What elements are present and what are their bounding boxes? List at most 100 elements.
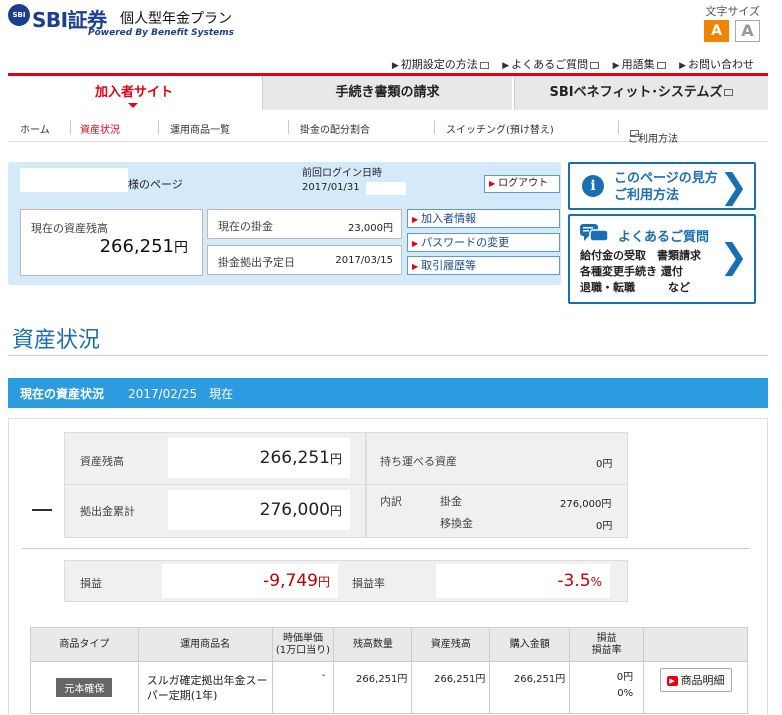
table-header-row: 商品タイプ 運用商品名 時価単価 (1万口当り) 残高数量 資産残高 購入金額 … [30, 627, 748, 662]
member-name-field [20, 168, 128, 192]
last-login-time-field [366, 182, 406, 195]
col-product-name: 運用商品名 [137, 627, 273, 662]
profit-loss-rate-number: -3.5 [557, 571, 591, 591]
principal-guaranteed-badge: 元本確保 [56, 678, 113, 697]
col-product-type: 商品タイプ [30, 627, 139, 662]
cell-balance: 266,251円 [411, 661, 491, 714]
arrow-icon: ▶ [412, 262, 419, 271]
profit-loss-label: 損益 [80, 577, 102, 590]
subnav-home[interactable]: ホーム [20, 121, 50, 136]
link-label: 用語集 [621, 58, 655, 71]
next-contribution-box: 掛金拠出予定日 2017/03/15 [207, 245, 402, 275]
logout-button[interactable]: ▶ ログアウト [484, 175, 560, 193]
link-contact[interactable]: ▶ お問い合わせ [679, 58, 754, 71]
yen-unit: 円 [329, 504, 342, 518]
tab-member-site[interactable]: 加入者サイト [8, 76, 260, 110]
subnav-allocation[interactable]: 掛金の配分割合 [300, 121, 370, 136]
portable-assets-box [366, 432, 628, 538]
top-links: ▶ 初期設定の方法 ▶ よくあるご質問 ▶ 用語集 ▶ お問い合わせ [382, 56, 754, 72]
main-nav: 加入者サイト 手続き書類の請求 SBIベネフィット･システムズ [8, 73, 768, 110]
link-label: 初期設定の方法 [400, 58, 478, 71]
transfer-value: 0円 [596, 521, 613, 532]
divider [70, 120, 71, 134]
col-action [643, 627, 748, 662]
font-size-label: 文字サイズ [705, 5, 760, 18]
link-label: 取引履歴等 [421, 259, 477, 272]
subnav-assets[interactable]: 資産状況 [80, 121, 120, 136]
product-name-link[interactable]: スルガ確定拠出年金スーパー定期(1年) [137, 661, 273, 714]
plan-name: 個人型年金プラン [120, 11, 232, 27]
profit-loss-value: -9,749円 [263, 571, 330, 591]
asset-balance-field: 266,251円 [168, 438, 350, 478]
faq-card[interactable]: よくあるご質問 給付金の受取 書類請求 各種変更手続き 還付 退職・転職 など … [568, 214, 756, 304]
link-member-info[interactable]: ▶ 加入者情報 [407, 209, 560, 228]
profit-loss-number: -9,749 [263, 571, 318, 591]
collapse-toggle-icon[interactable] [32, 509, 52, 511]
percent-unit: % [590, 575, 602, 589]
member-page-label: 様のページ [128, 178, 183, 191]
asset-balance-label: 資産残高 [80, 455, 124, 468]
link-label: よくあるご質問 [511, 58, 589, 71]
product-detail-button[interactable]: ▶ 商品明細 [659, 668, 732, 692]
external-window-icon [724, 89, 734, 96]
divider [288, 120, 289, 134]
col-unit-price: 時価単価 (1万口当り) [271, 627, 335, 662]
col-balance: 資産残高 [411, 627, 491, 662]
current-contribution-box: 現在の掛金 23,000円 [207, 209, 402, 239]
divider [158, 120, 159, 134]
profit-loss-rate: 0% [617, 688, 634, 699]
arrow-icon: ▶ [502, 61, 510, 71]
profit-loss-rate-label: 損益率 [352, 577, 385, 590]
external-window-icon [630, 130, 639, 137]
contribution-value: 23,000円 [348, 223, 393, 234]
contribution-total-field: 276,000円 [168, 490, 350, 530]
section-date: 2017/02/25 現在 [128, 387, 234, 401]
tab-document-request[interactable]: 手続き書類の請求 [262, 76, 512, 110]
subnav-products[interactable]: 運用商品一覧 [170, 121, 230, 136]
info-icon: i [582, 175, 604, 197]
font-size-small-button[interactable]: A [704, 20, 729, 42]
table-row: 元本確保 スルガ確定拠出年金スーパー定期(1年) - 266,251円 266,… [30, 661, 748, 714]
profit-loss-field: -9,749円 [162, 564, 338, 598]
asset-balance-value: 266,251円 [260, 448, 342, 468]
kakekin-value: 276,000円 [560, 499, 612, 510]
balance-number: 266,251 [99, 236, 174, 257]
how-to-title: このページの見方 ご利用方法 [614, 171, 718, 203]
link-glossary[interactable]: ▶ 用語集 [613, 58, 666, 71]
powered-by: Powered By Benefit Systems [88, 28, 235, 38]
cell-purchase: 266,251円 [489, 661, 571, 714]
col-quantity: 残高数量 [333, 627, 413, 662]
link-setup-guide[interactable]: ▶ 初期設定の方法 [392, 58, 489, 71]
product-table: 商品タイプ 運用商品名 時価単価 (1万口当り) 残高数量 資産残高 購入金額 … [30, 627, 748, 714]
next-date-label: 掛金拠出予定日 [218, 256, 295, 269]
external-window-icon [479, 61, 489, 69]
subnav-switching[interactable]: スイッチング(預け替え) [446, 121, 554, 136]
link-label: 加入者情報 [421, 212, 477, 225]
sbi-logo-mark: SBI [8, 4, 30, 26]
link-transaction-history[interactable]: ▶ 取引履歴等 [407, 256, 560, 275]
col-profit-loss: 損益 損益率 [569, 627, 645, 662]
arrow-icon: ▶ [489, 179, 496, 188]
divider [8, 355, 768, 356]
chevron-right-icon: ❯ [719, 237, 749, 277]
chat-bubble-icon [580, 224, 608, 242]
tab-benefit-systems[interactable]: SBIベネフィット･システムズ [514, 76, 768, 110]
arrow-icon: ▶ [612, 61, 620, 71]
arrow-icon: ▶ [412, 239, 419, 248]
cell-profit-loss: 0円 0% [569, 661, 645, 714]
contribution-label: 現在の掛金 [218, 220, 273, 233]
font-size-large-button[interactable]: A [735, 20, 760, 42]
kakekin-label: 掛金 [440, 495, 462, 508]
external-window-icon [590, 61, 600, 69]
external-window-icon [656, 61, 666, 69]
how-to-card[interactable]: i このページの見方 ご利用方法 ❯ [568, 162, 756, 210]
portable-assets-value: 0円 [596, 459, 613, 470]
breakdown-label: 内訳 [380, 495, 402, 508]
arrow-icon: ▶ [412, 215, 419, 224]
link-faq[interactable]: ▶ よくあるご質問 [502, 58, 600, 71]
arrow-icon: ▶ [679, 61, 686, 71]
divider [434, 120, 435, 134]
link-change-password[interactable]: ▶ パスワードの変更 [407, 233, 560, 252]
section-header: 現在の資産状況 2017/02/25 現在 [8, 378, 768, 408]
profit-loss-rate-field: -3.5% [436, 564, 610, 598]
